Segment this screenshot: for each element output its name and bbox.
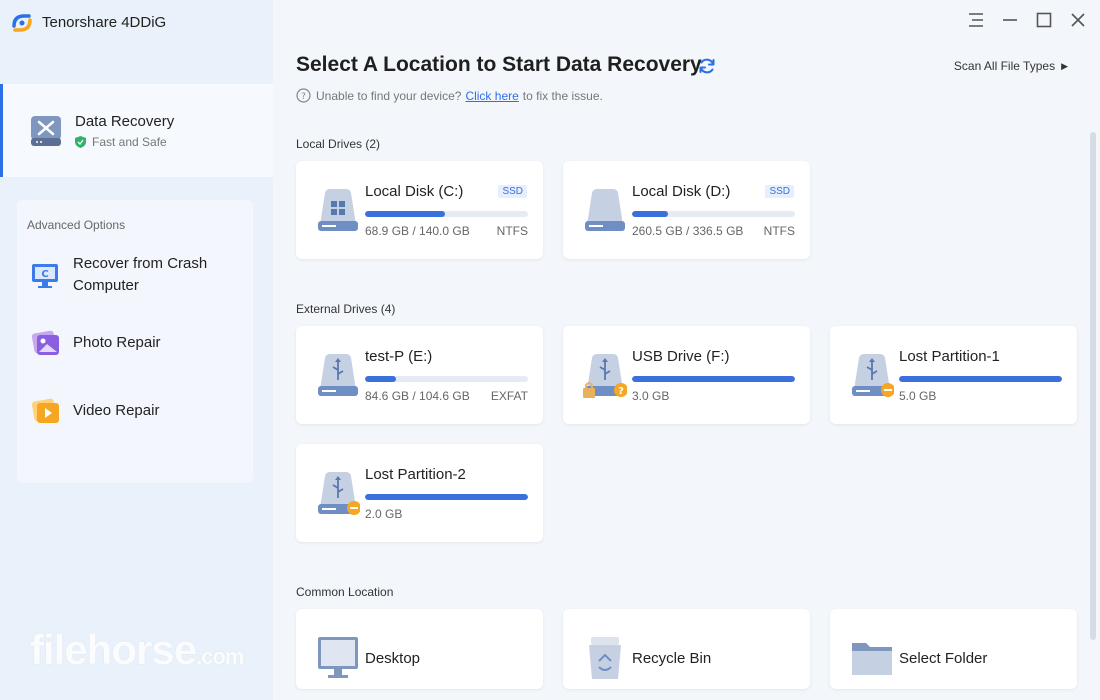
lost-partition-icon [852,354,894,397]
usage-fill [365,494,528,500]
refresh-icon[interactable] [697,56,717,76]
help-prefix: Unable to find your device? [316,88,462,103]
photo-repair-icon [31,330,59,355]
usage-bar [632,376,795,382]
svg-text:?: ? [301,92,306,102]
drive-card-f[interactable]: ? USB Drive (F:) 3.0 GB [563,326,810,424]
local-drives-label: Local Drives (2) [296,137,381,151]
minimize-icon[interactable] [1000,10,1020,30]
folder-icon [852,643,892,675]
drive-size: 84.6 GB / 104.6 GB [365,389,470,403]
watermark-suffix: .com [196,644,244,669]
click-here-link[interactable]: Click here [465,89,518,103]
ssd-badge: SSD [498,185,527,198]
location-label: Recycle Bin [632,650,712,667]
window-controls [966,10,1088,30]
usage-bar [365,211,528,217]
usage-fill [632,376,795,382]
drive-name: Local Disk (D:) [632,183,731,200]
desktop-icon [318,637,358,678]
location-select-folder[interactable]: Select Folder [830,609,1077,689]
drive-card-lost-2[interactable]: Lost Partition-2 2.0 GB [296,444,543,542]
location-recycle-bin[interactable]: Recycle Bin [563,609,810,689]
question-circle-icon: ? [296,88,311,103]
sidebar-item-recover-crash[interactable]: C Recover from Crash Computer [29,253,223,297]
close-icon[interactable] [1068,10,1088,30]
external-drives-label: External Drives (4) [296,302,396,316]
advanced-options-label: Advanced Options [27,218,126,232]
drive-card-lost-1[interactable]: Lost Partition-1 5.0 GB [830,326,1077,424]
usb-drive-icon [318,354,358,396]
drive-size: 68.9 GB / 140.0 GB [365,224,470,238]
watermark-main: filehorse [30,626,197,673]
video-repair-icon [31,398,59,423]
app-logo-icon [12,14,32,32]
vertical-scrollbar[interactable] [1090,132,1096,640]
drive-size: 3.0 GB [632,389,670,403]
advanced-options-panel: Advanced Options C Recover from Crash Co… [17,200,253,483]
main-content: Select A Location to Start Data Recovery… [273,0,1100,700]
scan-all-label: Scan All File Types [953,59,1056,73]
file-system: NTFS [496,224,528,238]
shield-check-icon [75,135,86,148]
drive-size: 260.5 GB / 336.5 GB [632,224,744,238]
app-header: Tenorshare 4DDiG [0,0,273,84]
caret-right-icon: ▶ [1061,60,1068,71]
common-location-label: Common Location [296,585,394,599]
sidebar-item-label: Recover from Crash Computer [73,255,208,294]
watermark: filehorse.com [30,626,244,674]
drive-size: 2.0 GB [365,507,403,521]
usage-fill [365,376,396,382]
crash-computer-icon: C [32,264,58,288]
drive-card-e[interactable]: test-P (E:) 84.6 GB / 104.6 GB EXFAT [296,326,543,424]
usb-drive-locked-icon: ? [583,354,627,398]
recycle-bin-icon [589,637,621,679]
usage-fill [632,211,668,217]
location-desktop[interactable]: Desktop [296,609,543,689]
drive-card-c[interactable]: Local Disk (C:) SSD 68.9 GB / 140.0 GB N… [296,161,543,259]
sidebar-item-video-repair[interactable]: Video Repair [29,394,223,428]
usage-bar [899,376,1062,382]
location-label: Select Folder [899,650,988,667]
drive-name: Local Disk (C:) [365,183,464,200]
app-title: Tenorshare 4DDiG [42,14,167,31]
nav-data-recovery[interactable]: Data Recovery Fast and Safe [0,84,273,177]
help-suffix: to fix the issue. [522,88,603,103]
file-system: NTFS [763,224,795,238]
sidebar-item-label: Photo Repair [73,334,161,351]
sidebar-item-photo-repair[interactable]: Photo Repair [29,326,223,360]
ssd-badge: SSD [765,185,794,198]
nav-title: Data Recovery [75,112,175,130]
usage-fill [365,211,445,217]
menu-icon[interactable] [966,10,986,30]
drive-name: Lost Partition-2 [365,466,466,483]
maximize-icon[interactable] [1034,10,1054,30]
drive-size: 5.0 GB [899,389,937,403]
lost-partition-icon [318,472,360,515]
drive-name: USB Drive (F:) [632,348,730,365]
svg-text:?: ? [618,386,624,397]
svg-text:C: C [41,269,48,280]
scan-all-file-types-button[interactable]: Scan All File Types ▶ [954,59,1068,73]
help-line: ? Unable to find your device? Click here… [296,88,603,103]
drive-card-d[interactable]: Local Disk (D:) SSD 260.5 GB / 336.5 GB … [563,161,810,259]
page-title: Select A Location to Start Data Recovery [296,53,702,76]
location-label: Desktop [365,650,421,667]
sidebar-item-label: Video Repair [73,402,160,419]
nav-subtitle: Fast and Safe [75,135,174,149]
usage-fill [899,376,1062,382]
hard-drive-windows-icon [318,189,358,231]
nav-subtitle-text: Fast and Safe [92,134,167,149]
usage-bar [365,376,528,382]
drive-name: Lost Partition-1 [899,348,1000,365]
file-system: EXFAT [490,389,528,403]
usage-bar [365,494,528,500]
drive-name: test-P (E:) [365,348,433,365]
usage-bar [632,211,795,217]
hard-drive-icon [585,189,625,231]
toolbox-icon [31,115,61,146]
sidebar: Tenorshare 4DDiG Data Recovery Fast and … [0,0,273,700]
